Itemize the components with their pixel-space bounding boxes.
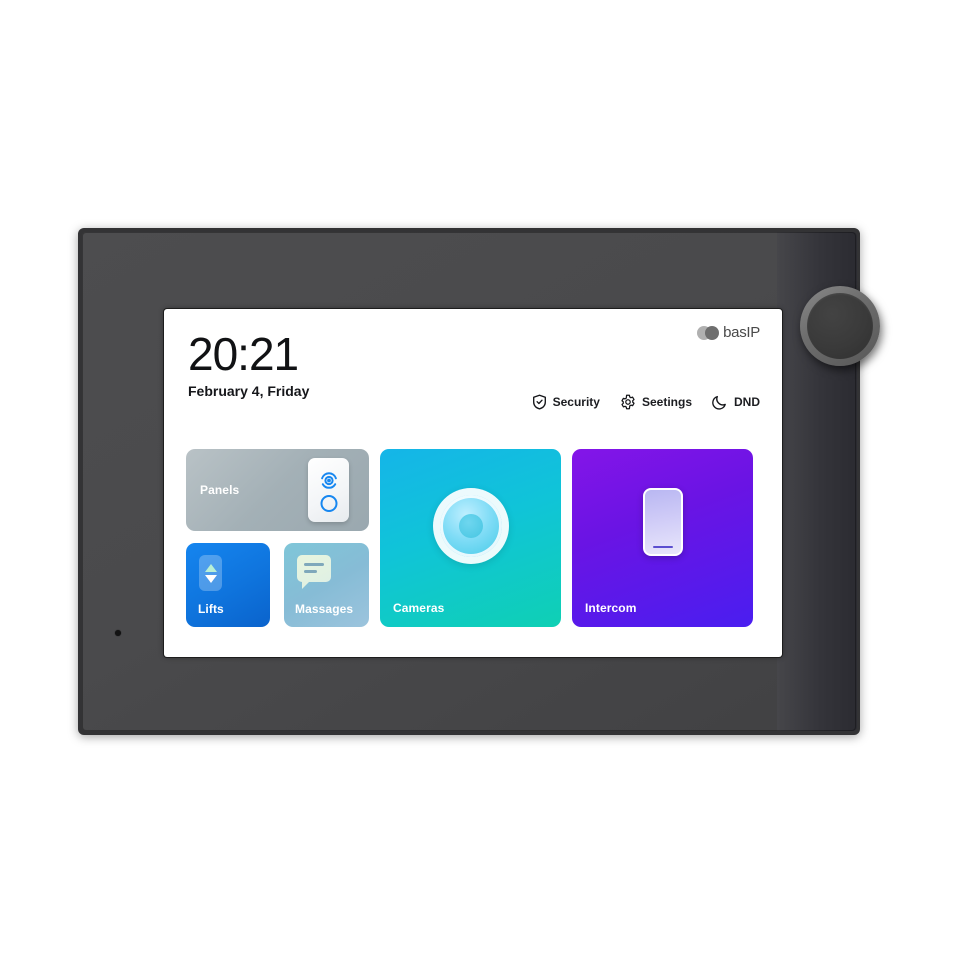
tile-label-intercom: Intercom: [585, 601, 637, 615]
brand-name: basIP: [723, 324, 760, 341]
clock-time: 20:21: [188, 328, 299, 380]
basip-logo-icon: [697, 325, 721, 340]
arrow-up-icon: [204, 563, 217, 572]
tile-label-cameras: Cameras: [393, 601, 445, 615]
door-panel-icon: [308, 458, 349, 522]
sensor-dot: [115, 630, 121, 636]
shield-check-icon: [532, 394, 547, 410]
camera-lens-icon: [432, 487, 509, 564]
device-frame: basIP 20:21 February 4, Friday Security …: [78, 228, 880, 735]
elevator-arrows-icon: [199, 555, 222, 591]
clock-date: February 4, Friday: [188, 383, 310, 399]
moon-icon: [712, 394, 728, 410]
device-stage: basIP 20:21 February 4, Friday Security …: [0, 0, 960, 960]
status-label-security: Security: [552, 395, 600, 409]
tile-label-panels: Panels: [200, 483, 240, 497]
tile-massages[interactable]: Massages: [284, 543, 369, 627]
tile-lifts[interactable]: Lifts: [186, 543, 270, 627]
brand-logo: basIP: [697, 325, 760, 340]
gear-icon: [620, 394, 636, 410]
tile-label-lifts: Lifts: [198, 602, 224, 616]
status-actions: Security Seetings DND: [532, 394, 760, 410]
device-body: basIP 20:21 February 4, Friday Security …: [82, 232, 880, 731]
home-screen: basIP 20:21 February 4, Friday Security …: [164, 309, 782, 657]
clock-widget: 20:21 February 4, Friday: [188, 331, 309, 398]
status-item-dnd[interactable]: DND: [712, 394, 760, 410]
tile-intercom[interactable]: Intercom: [572, 449, 753, 627]
rotary-knob[interactable]: [800, 286, 880, 366]
status-label-dnd: DND: [734, 395, 760, 409]
panel-camera-icon: [317, 469, 340, 497]
status-label-settings: Seetings: [641, 395, 692, 409]
arrow-down-icon: [204, 574, 217, 583]
rotary-knob-face: [807, 293, 873, 359]
speech-bubble-icon: [297, 555, 331, 589]
status-item-settings[interactable]: Seetings: [620, 394, 692, 410]
tile-grid: Panels Lifts Massages Cameras Intercom: [186, 449, 760, 639]
panel-call-button-icon: [320, 495, 337, 512]
handset-device-icon: [642, 487, 683, 556]
touchscreen: basIP 20:21 February 4, Friday Security …: [164, 309, 782, 657]
tile-panels[interactable]: Panels: [186, 449, 369, 531]
tile-label-massages: Massages: [295, 602, 354, 616]
tile-cameras[interactable]: Cameras: [380, 449, 561, 627]
status-item-security[interactable]: Security: [532, 394, 600, 410]
